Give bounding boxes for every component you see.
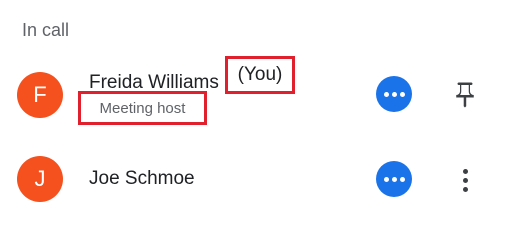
more-vertical-icon <box>462 168 468 192</box>
more-horizontal-icon <box>383 91 405 97</box>
role-label: Meeting host <box>78 91 207 125</box>
pin-button[interactable] <box>450 80 480 110</box>
more-horizontal-icon <box>383 176 405 182</box>
participant-row: F Freida Williams (You) Meeting host <box>0 56 510 125</box>
participant-name: Joe Schmoe <box>89 168 195 189</box>
you-label: (You) <box>225 56 295 94</box>
more-options-button[interactable] <box>376 161 412 197</box>
avatar: F <box>17 72 63 118</box>
more-actions-button[interactable] <box>452 163 478 197</box>
section-title: In call <box>22 20 70 40</box>
more-options-button[interactable] <box>376 76 412 112</box>
pin-icon <box>456 82 474 108</box>
avatar: J <box>17 156 63 202</box>
participant-row: J Joe Schmoe <box>0 150 510 210</box>
